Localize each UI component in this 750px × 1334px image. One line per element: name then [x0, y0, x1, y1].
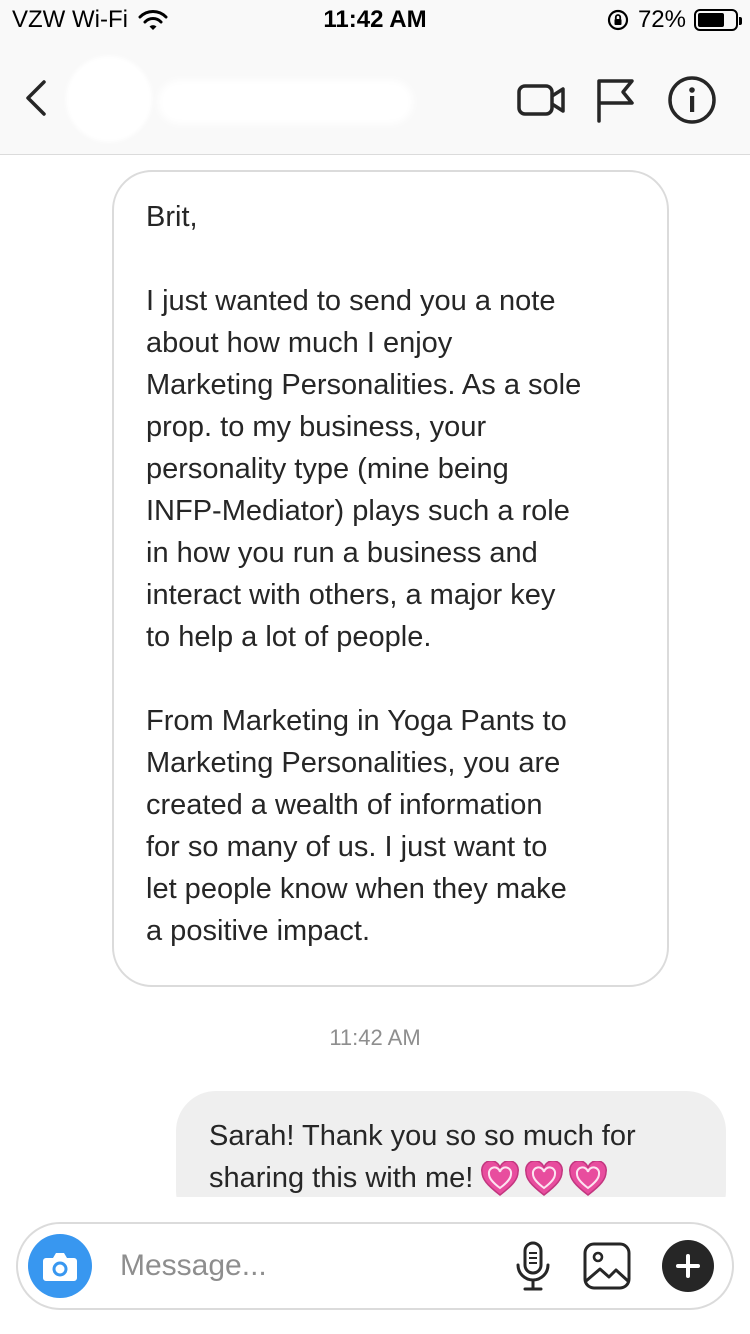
growing-heart-emoji [481, 1161, 520, 1197]
sent-message-text: Sarah! Thank you so so much for sharing … [209, 1115, 696, 1199]
avatar[interactable] [66, 56, 152, 142]
status-right: 72% [606, 6, 742, 34]
heart-emoji-group [481, 1161, 608, 1197]
received-message-text: Brit, I just wanted to send you a note a… [146, 201, 582, 947]
plus-button[interactable] [662, 1240, 714, 1292]
message-input[interactable] [120, 1242, 480, 1290]
gallery-icon[interactable] [580, 1239, 634, 1293]
microphone-icon[interactable] [506, 1239, 560, 1293]
growing-heart-emoji [525, 1161, 564, 1197]
back-chevron-icon[interactable] [18, 74, 58, 122]
contact-name-redacted[interactable] [158, 80, 413, 124]
rotation-lock-icon [607, 9, 629, 31]
battery-percent: 72% [637, 6, 686, 33]
camera-button[interactable] [28, 1234, 92, 1298]
info-icon[interactable] [666, 74, 718, 126]
message-timestamp: 11:42 AM [329, 1025, 421, 1050]
camera-icon [43, 1253, 77, 1281]
received-message-bubble[interactable]: Brit, I just wanted to send you a note a… [112, 170, 669, 987]
plus-icon [676, 1254, 700, 1278]
battery-icon [694, 9, 742, 31]
video-call-icon[interactable] [516, 74, 568, 126]
status-bar: VZW Wi-Fi 11:42 AM 72% [0, 0, 750, 40]
growing-heart-emoji [569, 1161, 608, 1197]
flag-icon[interactable] [590, 74, 642, 126]
conversation-header [0, 40, 750, 155]
message-composer [16, 1222, 734, 1310]
